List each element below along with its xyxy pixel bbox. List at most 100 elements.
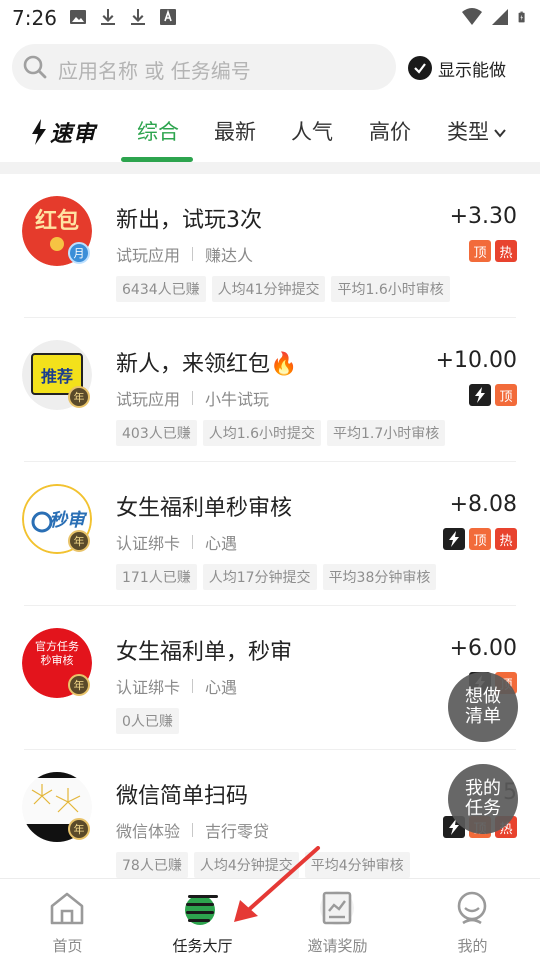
- tag-submit-time: 人均17分钟提交: [202, 564, 317, 590]
- nav-task-hall[interactable]: 任务大厅: [135, 879, 270, 960]
- task-title: 女生福利单秒审核: [116, 496, 293, 521]
- task-hall-icon: [185, 895, 218, 925]
- icon-text: 秒审: [49, 510, 88, 531]
- task-subtitle: 试玩应用 赚达人: [116, 242, 253, 266]
- tag-review-time: 平均1.6小时审核: [331, 276, 450, 302]
- flash-badge: [469, 384, 491, 406]
- battery-icon: [518, 11, 525, 23]
- task-category: 认证绑卡: [116, 534, 181, 553]
- tag-submit-time: 人均1.6小时提交: [202, 420, 321, 446]
- task-publisher: 赚达人: [205, 246, 254, 265]
- icon-text: 官方任务秒审核: [35, 640, 79, 667]
- tab-latest[interactable]: 最新: [214, 116, 256, 146]
- font-icon: [160, 9, 176, 25]
- task-category: 微信体验: [116, 822, 181, 841]
- nav-home-label: 首页: [52, 937, 83, 955]
- nav-profile-label: 我的: [457, 937, 488, 955]
- task-title: 新人，来领红包🔥: [116, 352, 298, 377]
- nav-profile[interactable]: 我的: [405, 879, 540, 960]
- tag-review-time: 平均38分钟审核: [322, 564, 437, 590]
- task-subtitle: 试玩应用 小牛试玩: [116, 386, 269, 410]
- wish-list-label: 想做清单: [465, 686, 501, 727]
- can-do-toggle[interactable]: 显示能做: [408, 54, 506, 82]
- tab-high-price[interactable]: 高价: [369, 116, 411, 146]
- nav-task-hall-label: 任务大厅: [172, 937, 233, 955]
- top-badge: 顶: [495, 384, 517, 406]
- top-badge: 顶: [469, 528, 491, 550]
- tab-type[interactable]: 类型: [447, 116, 507, 146]
- task-row[interactable]: 秒审 年 女生福利单秒审核 +8.08 认证绑卡 心遇 171人已赚 人均17分钟…: [0, 462, 540, 606]
- download-icon: [101, 9, 115, 25]
- wish-list-fab[interactable]: 想做清单: [448, 672, 518, 742]
- task-price: +3.30: [449, 204, 517, 229]
- task-publisher: 心遇: [205, 534, 238, 553]
- tag-earned: 6434人已赚: [116, 276, 206, 302]
- task-row[interactable]: 推荐 年 新人，来领红包🔥 +10.00 试玩应用 小牛试玩 403人已赚 人均1…: [0, 318, 540, 462]
- chevron-down-icon: [494, 129, 506, 138]
- hot-badge: 热: [495, 528, 517, 550]
- task-subtitle: 认证绑卡 心遇: [116, 530, 237, 554]
- tag-submit-time: 人均4分钟提交: [193, 852, 299, 878]
- task-tags: 171人已赚 人均17分钟提交 平均38分钟审核: [116, 564, 437, 590]
- task-price: +6.00: [449, 636, 517, 661]
- tab-bar: 速审 综合 最新 人气 高价 类型: [0, 102, 540, 162]
- nav-invite-reward-label: 邀请奖励: [307, 937, 368, 955]
- status-time: 7:26: [12, 6, 57, 30]
- tab-popular[interactable]: 人气: [291, 116, 333, 146]
- task-badges: 顶: [469, 384, 517, 406]
- section-divider: [0, 162, 540, 174]
- tab-comprehensive[interactable]: 综合: [137, 116, 179, 146]
- tag-submit-time: 人均41分钟提交: [211, 276, 326, 302]
- nav-invite-reward[interactable]: 邀请奖励: [270, 879, 405, 960]
- task-row[interactable]: 红包 月 新出，试玩3次 +3.30 试玩应用 赚达人 6434人已赚 人均41分…: [0, 174, 540, 318]
- bottom-nav: 首页 任务大厅 邀请奖励 我的: [0, 878, 540, 960]
- profile-icon: [457, 891, 487, 925]
- task-title: 女生福利单，秒审: [116, 640, 293, 665]
- tab-type-label: 类型: [447, 120, 489, 144]
- task-subtitle: 认证绑卡 心遇: [116, 674, 237, 698]
- nav-home[interactable]: 首页: [0, 879, 135, 960]
- task-tags: 6434人已赚 人均41分钟提交 平均1.6小时审核: [116, 276, 450, 302]
- year-badge: 年: [68, 530, 90, 552]
- search-placeholder: 应用名称 或 任务编号: [58, 59, 251, 83]
- status-icons-right: [462, 7, 530, 27]
- wifi-icon: [462, 8, 482, 25]
- task-price: +8.08: [449, 492, 517, 517]
- task-badges: 顶 热: [443, 528, 517, 550]
- search-icon: [23, 55, 47, 79]
- check-circle-icon: [408, 56, 432, 80]
- search-input[interactable]: 应用名称 或 任务编号: [12, 44, 396, 90]
- task-tags: 78人已赚 人均4分钟提交 平均4分钟审核: [116, 852, 410, 878]
- status-bar: 7:26: [0, 0, 540, 36]
- my-tasks-fab[interactable]: 我的任务: [448, 764, 518, 834]
- task-subtitle: 微信体验 吉行零贷: [116, 818, 269, 842]
- tag-earned: 403人已赚: [116, 420, 197, 446]
- tag-earned: 78人已赚: [116, 852, 188, 878]
- task-price: +10.00: [435, 348, 517, 373]
- month-badge: 月: [68, 242, 90, 264]
- task-badges: 顶 热: [469, 240, 517, 262]
- icon-text: 推荐: [41, 367, 73, 386]
- task-tags: 403人已赚 人均1.6小时提交 平均1.7小时审核: [116, 420, 446, 446]
- task-tags: 0人已赚: [116, 708, 179, 734]
- year-badge: 年: [68, 674, 90, 696]
- lightning-icon: [32, 119, 46, 145]
- tag-review-time: 平均4分钟审核: [304, 852, 410, 878]
- signal-icon: [492, 9, 508, 25]
- hot-badge: 热: [495, 240, 517, 262]
- tag-earned: 171人已赚: [116, 564, 197, 590]
- lightning-icon: [449, 531, 459, 547]
- can-do-label: 显示能做: [438, 60, 506, 81]
- my-tasks-label: 我的任务: [465, 778, 501, 819]
- invite-reward-icon: [320, 891, 354, 925]
- home-icon: [50, 892, 84, 925]
- app-root: 7:26 应用名称 或 任务编号 显示能做 速审 综合 最新 人气 高价 类型 …: [0, 0, 540, 960]
- year-badge: 年: [68, 386, 90, 408]
- quick-review-logo[interactable]: 速审: [30, 116, 96, 148]
- status-icons-left: [68, 7, 178, 27]
- icon-text: 红包: [35, 208, 79, 234]
- logo-text: 速审: [50, 122, 97, 147]
- task-publisher: 吉行零贷: [205, 822, 270, 841]
- task-publisher: 小牛试玩: [205, 390, 270, 409]
- tag-review-time: 平均1.7小时审核: [327, 420, 446, 446]
